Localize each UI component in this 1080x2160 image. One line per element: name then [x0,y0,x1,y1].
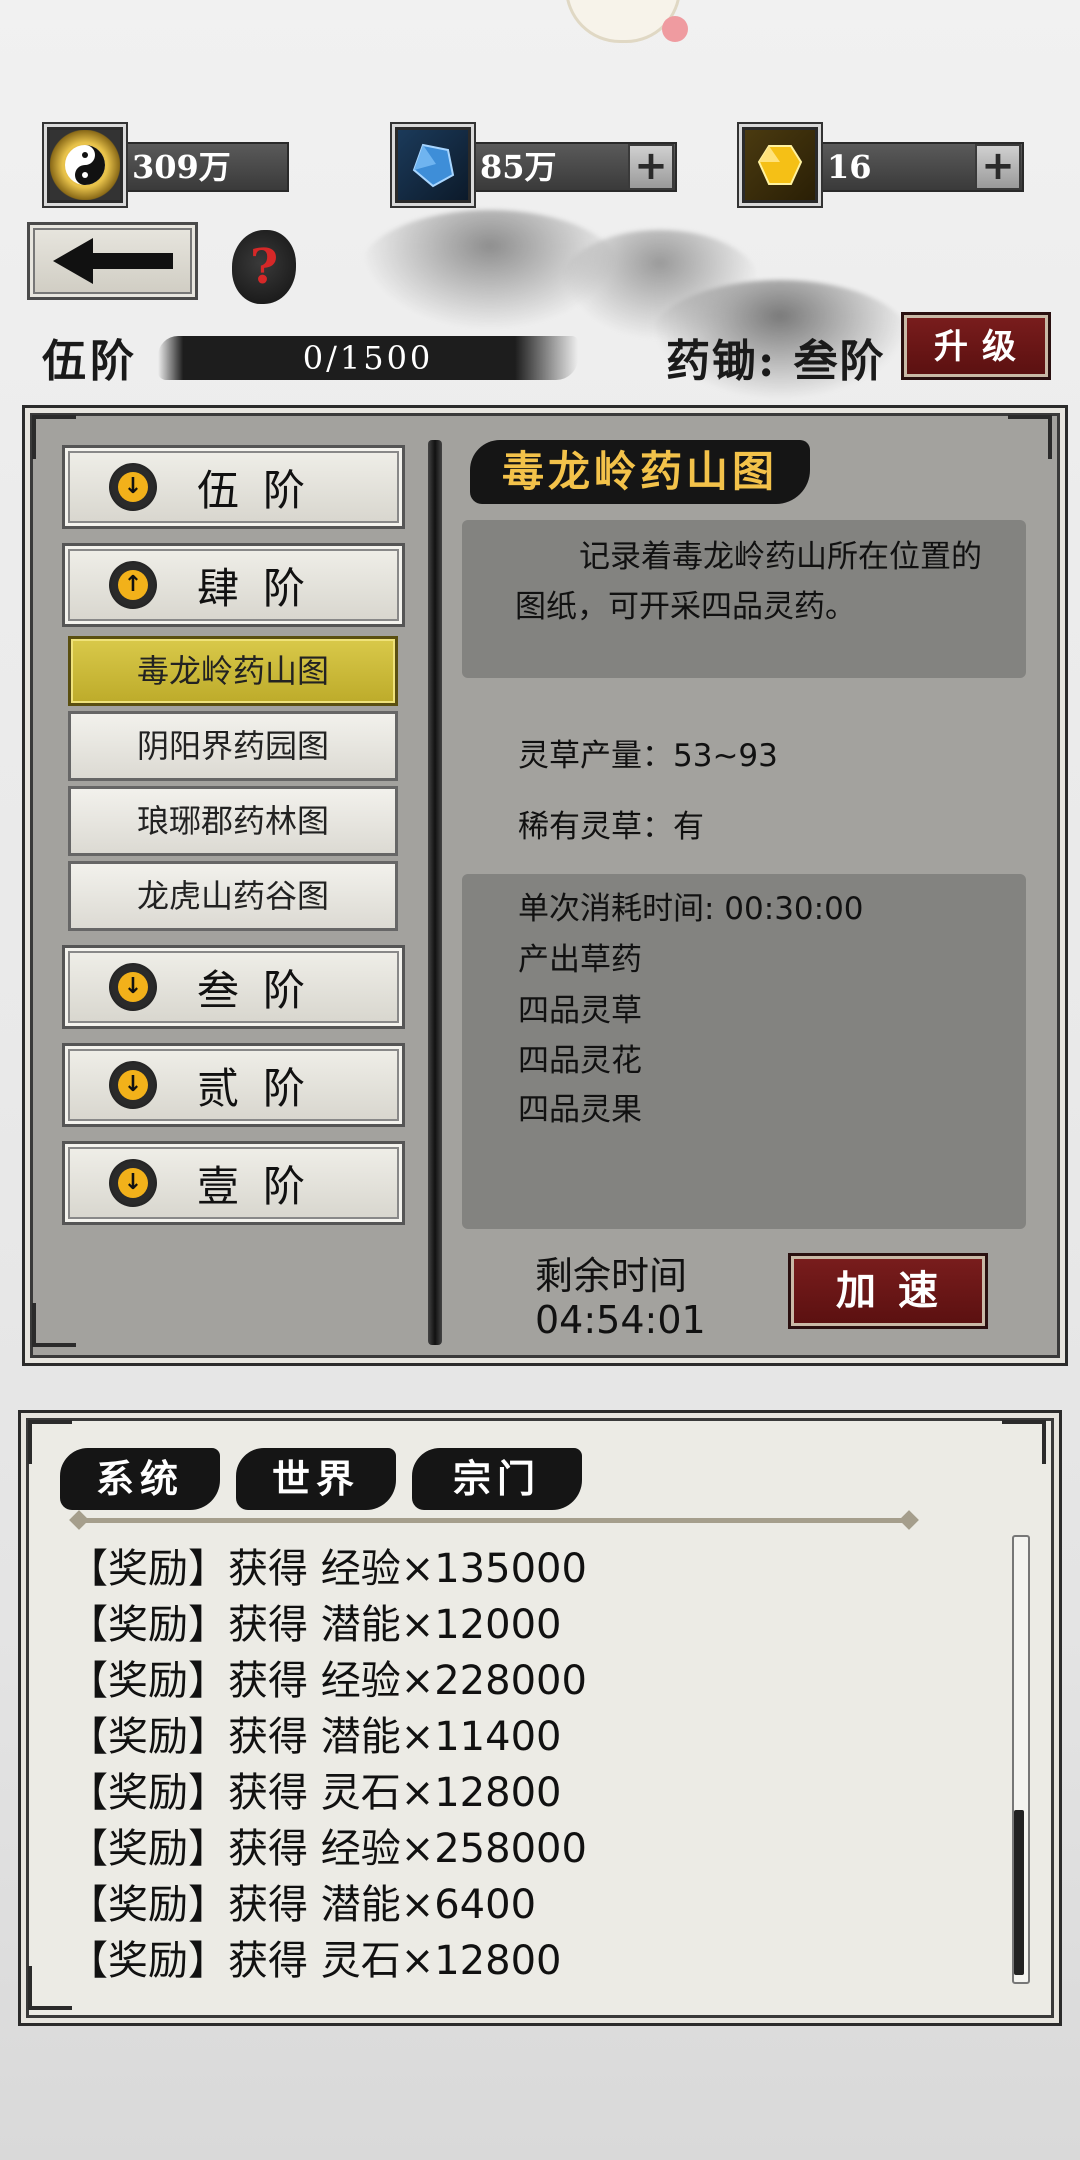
tab-world[interactable]: 世界 [236,1448,396,1510]
output-item: 四品灵草 [518,993,642,1029]
map-item-dulongling[interactable]: 毒龙岭药山图 [68,636,398,706]
herb-yield-text: 灵草产量：53~93 [518,738,778,774]
chat-scrollbar-thumb[interactable] [1014,1810,1024,1975]
detail-title: 毒龙岭药山图 [501,447,778,496]
consume-time-text: 单次消耗时间: 00:30:00 [518,891,864,927]
tab-sect[interactable]: 宗门 [412,1448,582,1510]
gem-shape [757,145,803,185]
description-text: 记录着毒龙岭药山所在位置的图纸，可开采四品灵药。 [515,539,982,625]
tier-1-button[interactable]: ↓ 壹阶 [62,1141,405,1225]
tier-label: 叁阶 [197,965,330,1015]
yinyang-symbol [65,145,105,185]
panel-divider [428,440,442,1345]
rare-herb-text: 稀有灵草：有 [518,809,704,845]
arrow-down-icon: ↓ [109,1061,157,1109]
yinyang-currency-bar: 309万 [120,142,289,192]
back-button[interactable] [27,222,198,300]
remaining-time-label: 剩余时间 [535,1254,688,1298]
help-button[interactable]: ? [232,230,296,304]
chat-corner-ornament [1002,1420,1046,1464]
chat-message: 【奖励】获得 潜能×6400 [68,1882,537,1928]
upgrade-button[interactable]: 升级 [901,312,1051,380]
tier-label: 贰阶 [197,1063,330,1113]
panel-corner-ornament [32,1303,76,1347]
chat-message: 【奖励】获得 灵石×12800 [68,1938,562,1984]
arrow-down-icon: ↓ [109,1159,157,1207]
yinyang-coin-icon [47,127,123,203]
crystal-add-button[interactable]: + [628,144,674,190]
map-item-longhushan[interactable]: 龙虎山药谷图 [68,861,398,931]
arrow-down-icon: ↓ [109,463,157,511]
back-arrow-icon [52,238,173,284]
tab-system[interactable]: 系统 [60,1448,220,1510]
panel-corner-ornament [1008,415,1052,459]
output-item: 四品灵花 [518,1043,642,1079]
rank-progress-text: 0/1500 [302,339,434,377]
tier-3-button[interactable]: ↓ 叁阶 [62,945,405,1029]
chat-message: 【奖励】获得 经验×228000 [68,1658,587,1704]
output-title: 产出草药 [518,942,642,978]
chat-message: 【奖励】获得 灵石×12800 [68,1770,562,1816]
chat-divider [78,1518,908,1523]
chat-message: 【奖励】获得 经验×258000 [68,1826,587,1872]
tier-4-button[interactable]: ↑ 肆阶 [62,543,405,627]
chat-message: 【奖励】获得 潜能×11400 [68,1714,562,1760]
hoe-level-label: 药锄: 叁阶 [666,336,886,387]
speed-up-button[interactable]: 加速 [788,1253,988,1329]
blue-crystal-icon [395,127,471,203]
map-item-langyajun[interactable]: 琅琊郡药林图 [68,786,398,856]
map-item-yinyangjie[interactable]: 阴阳界药园图 [68,711,398,781]
ink-mountain-right-2 [560,230,760,340]
crystal-shape [412,143,455,188]
yinyang-currency-value: 309万 [132,148,231,186]
current-rank-label: 伍阶 [42,336,138,387]
chat-message: 【奖励】获得 潜能×12000 [68,1602,562,1648]
chat-message: 【奖励】获得 经验×135000 [68,1546,587,1592]
chat-corner-ornament [28,1966,72,2010]
tier-2-button[interactable]: ↓ 贰阶 [62,1043,405,1127]
arrow-up-icon: ↑ [109,561,157,609]
question-mark-icon: ? [249,239,279,295]
output-item: 四品灵果 [518,1092,642,1128]
gold-gem-icon [742,127,818,203]
tier-label: 壹阶 [197,1161,330,1211]
notification-dot [662,16,688,42]
gem-add-button[interactable]: + [975,144,1021,190]
tier-5-button[interactable]: ↓ 伍阶 [62,445,405,529]
tier-label: 伍阶 [197,465,330,515]
remaining-time-value: 04:54:01 [535,1298,706,1342]
tier-label: 肆阶 [197,563,330,613]
arrow-down-icon: ↓ [109,963,157,1011]
